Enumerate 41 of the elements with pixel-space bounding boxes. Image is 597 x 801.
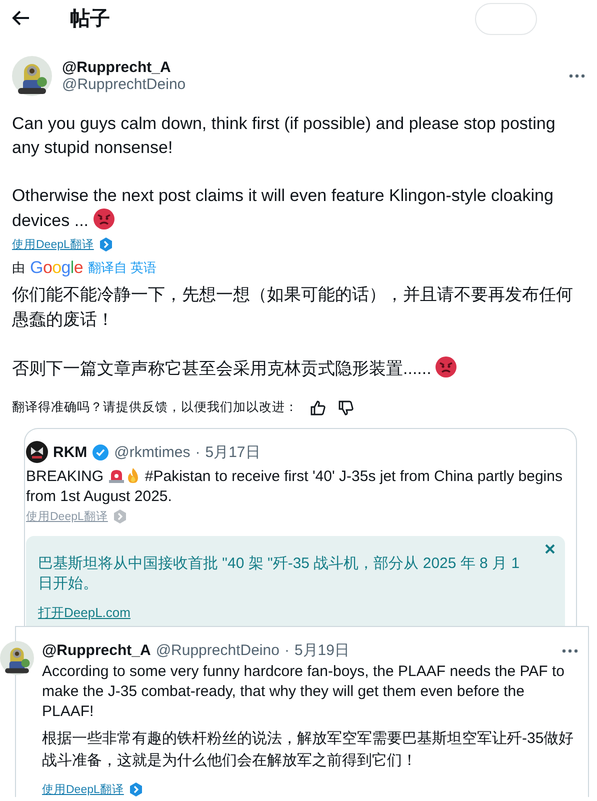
quoted-post-text: BREAKING #Pakistan to receive first '40' J-35s jet from China partly begins from 1st August 2025. xyxy=(26,467,564,507)
deepl-icon xyxy=(98,237,113,252)
post-text: Can you guys calm down, think first (if possible) and please stop posting any stupid nonsense! xyxy=(12,113,556,159)
reply-text: According to some very funny hardcore fan-boys, the PLAAF needs the PAF to make the J-35 combat-ready, that why they will get them even before the PLAAF! xyxy=(42,662,566,722)
post-text: Otherwise the next post claims it will even feature Klingon-style cloaking devices ... xyxy=(12,185,554,232)
by-label: 由 xyxy=(12,259,25,277)
angry-face-icon xyxy=(435,356,458,378)
google-logo: Google xyxy=(30,258,84,278)
close-icon[interactable] xyxy=(545,544,555,554)
quoted-post-card[interactable]: RKM @rkmtimes · 5月17日 BREAKING #Pakistan to receive first '40' J-35s jet from China partly begins from 1st August 2025. 使用DeepL翻译 巴基斯坦将从中国接收首批 "40 架 "歼-35 战斗机，部分从 2025 年 8 月 1 日开始。 打开DeepL.com xyxy=(24,428,577,626)
feedback-prompt: 翻译得准确吗？请提供反馈，以便我们加以改进： xyxy=(12,399,298,416)
back-arrow-icon[interactable] xyxy=(12,10,30,26)
post-date[interactable]: 5月19日 xyxy=(294,641,350,660)
angry-face-icon xyxy=(92,208,115,230)
deepl-translate-link[interactable]: 使用DeepL翻译 xyxy=(42,782,124,797)
display-name[interactable]: @Rupprecht_A xyxy=(62,59,559,76)
avatar[interactable] xyxy=(12,56,52,96)
siren-icon xyxy=(108,467,125,484)
more-icon[interactable] xyxy=(569,74,585,78)
user-handle[interactable]: @RupprechtDeino xyxy=(62,76,559,93)
user-handle[interactable]: @RupprechtDeino xyxy=(156,642,280,659)
translated-text: 巴基斯坦将从中国接收首批 "40 架 "歼-35 战斗机，部分从 2025 年 8 月 1 日开始。 xyxy=(38,554,521,594)
thumbs-down-icon[interactable] xyxy=(338,400,354,416)
deepl-translate-link[interactable]: 使用DeepL翻译 xyxy=(12,237,94,252)
deepl-icon xyxy=(112,509,127,524)
separator-dot: · xyxy=(195,444,200,460)
translated-text: 否则下一篇文章声称它甚至会采用克林贡式隐形装置...... xyxy=(12,356,585,381)
user-handle[interactable]: @rkmtimes xyxy=(114,444,190,460)
separator-dot: · xyxy=(284,642,290,659)
post-date[interactable]: 5月17日 xyxy=(205,442,260,462)
display-name[interactable]: RKM xyxy=(53,444,88,460)
translated-text: 根据一些非常有趣的铁杆粉丝的说法，解放军空军需要巴基斯坦空军让歼-35做好战斗准备，这就是为什么他们会在解放军之前得到它们！ xyxy=(42,729,575,771)
account-logo-icon[interactable] xyxy=(26,441,48,463)
avatar[interactable] xyxy=(0,641,34,675)
deepl-icon xyxy=(128,782,143,797)
thumbs-up-icon[interactable] xyxy=(310,400,326,416)
page-title: 帖子 xyxy=(70,6,110,32)
more-icon[interactable] xyxy=(562,648,578,652)
open-deepl-link[interactable]: 打开DeepL.com xyxy=(38,604,130,622)
display-name[interactable]: @Rupprecht_A xyxy=(42,642,151,659)
translated-text: 你们能不能冷静一下，先想一想（如果可能的话），并且请不要再发布任何愚蠢的废话！ xyxy=(12,284,574,331)
